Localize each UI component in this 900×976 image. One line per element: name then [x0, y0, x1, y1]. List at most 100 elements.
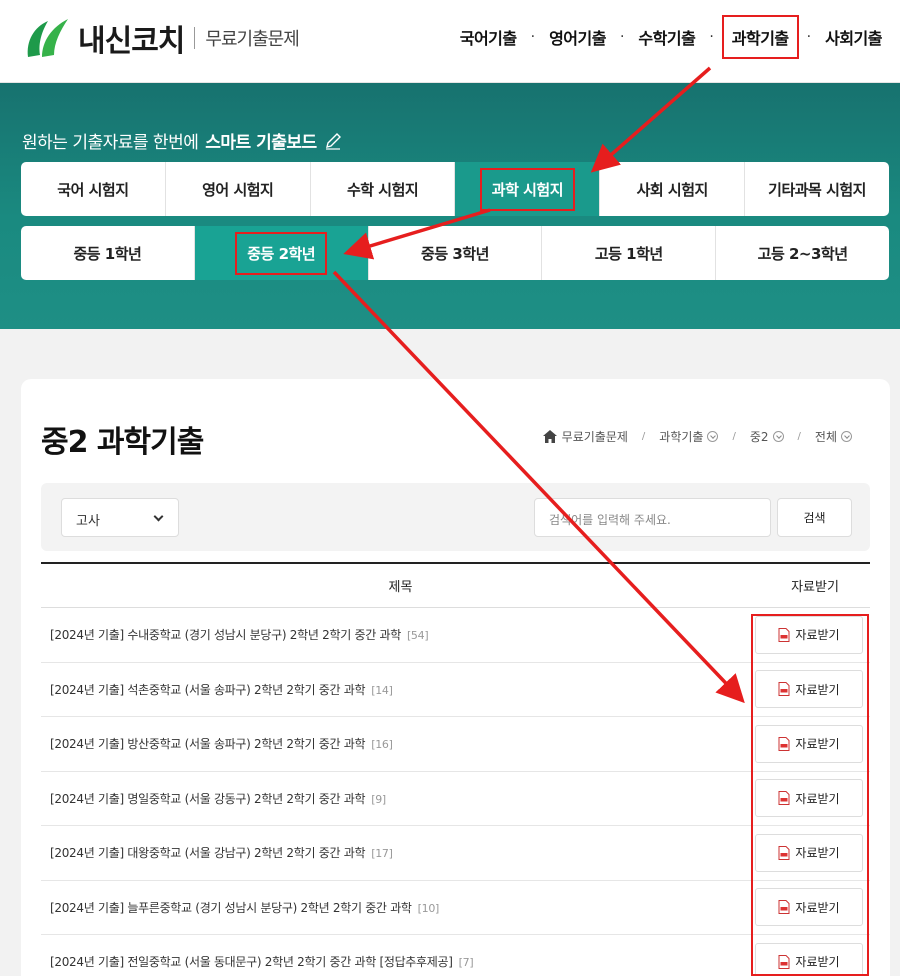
download-button[interactable]: 자료받기: [755, 724, 863, 763]
breadcrumb-filter[interactable]: 전체: [815, 428, 852, 445]
hero-title-plain: 원하는 기출자료를 한번에: [22, 133, 199, 153]
breadcrumb-label: 전체: [814, 430, 837, 444]
nav-math[interactable]: 수학기출: [634, 25, 699, 49]
pdf-file-icon: [778, 736, 790, 751]
breadcrumb-separator: /: [797, 431, 801, 442]
tab-high-1[interactable]: 고등 1학년: [542, 226, 717, 280]
row-title[interactable]: [2024년 기출] 대왕중학교 (서울 강남구) 2학년 2학기 중간 과학 […: [41, 844, 755, 861]
site-logo[interactable]: 내신코치 무료기출문제: [24, 14, 300, 62]
row-title[interactable]: [2024년 기출] 전일중학교 (서울 동대문구) 2학년 2학기 중간 과학…: [41, 953, 755, 970]
nav-social[interactable]: 사회기출: [821, 25, 886, 49]
nav-dot: ·: [709, 29, 714, 45]
row-title[interactable]: [2024년 기출] 석촌중학교 (서울 송파구) 2학년 2학기 중간 과학 […: [41, 681, 755, 698]
breadcrumb-label: 과학기출: [659, 430, 704, 444]
tab-label: 사회 시험지: [636, 180, 709, 199]
tab-science-exam[interactable]: 과학 시험지: [455, 162, 601, 216]
tab-label: 중등 2학년: [235, 231, 328, 275]
tab-middle-3[interactable]: 중등 3학년: [369, 226, 543, 280]
column-title: 제목: [388, 580, 413, 595]
tab-english-exam[interactable]: 영어 시험지: [166, 162, 311, 216]
row-title-text: [2024년 기출] 전일중학교 (서울 동대문구) 2학년 2학기 중간 과학…: [50, 955, 453, 970]
page-title: 중2 과학기출: [41, 425, 204, 460]
download-label: 자료받기: [795, 628, 840, 643]
tab-label: 중등 1학년: [73, 244, 142, 263]
leaf-logo-icon: [27, 19, 68, 57]
row-count: [7]: [458, 956, 474, 970]
download-button[interactable]: 자료받기: [755, 833, 863, 872]
tab-label: 수학 시험지: [346, 180, 419, 199]
chevron-down-icon: [772, 431, 784, 442]
row-title[interactable]: [2024년 기출] 늘푸른중학교 (경기 성남시 분당구) 2학년 2학기 중…: [41, 899, 755, 916]
hero-title: 원하는 기출자료를 한번에 스마트 기출보드: [22, 128, 343, 153]
download-button[interactable]: 자료받기: [755, 615, 863, 654]
table-header: 제목 자료받기: [41, 562, 870, 608]
breadcrumb: 무료기출문제 / 과학기출 / 중2 / 전체: [542, 428, 852, 445]
breadcrumb-subject[interactable]: 과학기출: [659, 428, 719, 445]
row-count: [54]: [406, 629, 429, 643]
row-title-text: [2024년 기출] 명일중학교 (서울 강동구) 2학년 2학기 중간 과학: [50, 791, 366, 806]
pdf-file-icon: [778, 900, 790, 915]
tab-middle-1[interactable]: 중등 1학년: [21, 226, 195, 280]
breadcrumb-home[interactable]: 무료기출문제: [542, 428, 628, 445]
tab-korean-exam[interactable]: 국어 시험지: [21, 162, 166, 216]
row-title[interactable]: [2024년 기출] 수내중학교 (경기 성남시 분당구) 2학년 2학기 중간…: [41, 626, 755, 643]
tab-label: 영어 시험지: [202, 180, 274, 199]
chevron-down-icon: [707, 431, 719, 442]
tab-label: 과학 시험지: [479, 167, 576, 211]
column-download: 자료받기: [791, 580, 839, 595]
breadcrumb-label: 무료기출문제: [561, 430, 628, 444]
logo-divider: [194, 27, 196, 49]
tab-label: 기타과목 시험지: [768, 180, 866, 199]
table-row: [2024년 기출] 명일중학교 (서울 강동구) 2학년 2학기 중간 과학 […: [41, 772, 870, 826]
nav-english[interactable]: 영어기출: [545, 25, 610, 49]
breadcrumb-separator: /: [732, 431, 736, 442]
row-count: [14]: [371, 683, 393, 697]
search-input[interactable]: 검색어를 입력해 주세요.: [534, 498, 771, 537]
download-button[interactable]: 자료받기: [755, 670, 863, 709]
tab-other-exam[interactable]: 기타과목 시험지: [745, 162, 889, 216]
download-label: 자료받기: [795, 791, 840, 806]
nav-science[interactable]: 과학기출: [721, 15, 799, 59]
breadcrumb-label: 중2: [749, 430, 769, 444]
tab-high-2-3[interactable]: 고등 2~3학년: [716, 226, 889, 280]
tab-social-exam[interactable]: 사회 시험지: [600, 162, 746, 216]
table-row: [2024년 기출] 석촌중학교 (서울 송파구) 2학년 2학기 중간 과학 […: [41, 663, 870, 717]
download-button[interactable]: 자료받기: [755, 779, 863, 818]
pdf-file-icon: [778, 627, 790, 642]
row-title[interactable]: [2024년 기출] 명일중학교 (서울 강동구) 2학년 2학기 중간 과학 […: [41, 790, 755, 807]
download-button[interactable]: 자료받기: [755, 888, 863, 927]
tab-middle-2[interactable]: 중등 2학년: [194, 226, 369, 280]
exam-table: 제목 자료받기 [2024년 기출] 수내중학교 (경기 성남시 분당구) 2학…: [41, 562, 870, 976]
table-row: [2024년 기출] 늘푸른중학교 (경기 성남시 분당구) 2학년 2학기 중…: [41, 881, 870, 935]
pdf-file-icon: [778, 954, 790, 969]
tab-math-exam[interactable]: 수학 시험지: [311, 162, 456, 216]
pdf-file-icon: [778, 845, 790, 860]
tab-label: 중등 3학년: [421, 244, 489, 263]
row-title-text: [2024년 기출] 수내중학교 (경기 성남시 분당구) 2학년 2학기 중간…: [50, 628, 401, 643]
table-row: [2024년 기출] 수내중학교 (경기 성남시 분당구) 2학년 2학기 중간…: [41, 608, 870, 663]
chevron-down-icon: [153, 511, 164, 522]
table-row: [2024년 기출] 전일중학교 (서울 동대문구) 2학년 2학기 중간 과학…: [41, 935, 870, 976]
download-label: 자료받기: [795, 955, 840, 970]
chevron-down-icon: [841, 431, 852, 442]
row-title-text: [2024년 기출] 석촌중학교 (서울 송파구) 2학년 2학기 중간 과학: [50, 682, 366, 697]
logo-subtitle: 무료기출문제: [205, 29, 299, 50]
download-button[interactable]: 자료받기: [755, 942, 863, 976]
nav-dot: ·: [530, 29, 536, 45]
select-value: 고사: [76, 514, 100, 529]
nav-dot: ·: [806, 29, 812, 45]
row-count: [10]: [417, 901, 440, 915]
row-count: [16]: [371, 738, 393, 752]
breadcrumb-grade[interactable]: 중2: [750, 428, 784, 445]
pencil-icon: [325, 132, 341, 150]
search-button[interactable]: 검색: [777, 498, 852, 537]
tab-label: 고등 2~3학년: [757, 244, 848, 263]
download-label: 자료받기: [795, 846, 840, 861]
row-title-text: [2024년 기출] 방산중학교 (서울 송파구) 2학년 2학기 중간 과학: [50, 737, 366, 752]
exam-type-select[interactable]: 고사: [61, 498, 179, 537]
logo-text: 내신코치: [78, 24, 185, 59]
search-placeholder: 검색어를 입력해 주세요.: [549, 513, 671, 527]
row-title[interactable]: [2024년 기출] 방산중학교 (서울 송파구) 2학년 2학기 중간 과학 […: [41, 735, 755, 752]
content-card: 중2 과학기출 무료기출문제 / 과학기출 / 중2 / 전체 고사 검색어를 …: [21, 379, 890, 976]
nav-korean[interactable]: 국어기출: [456, 25, 521, 49]
